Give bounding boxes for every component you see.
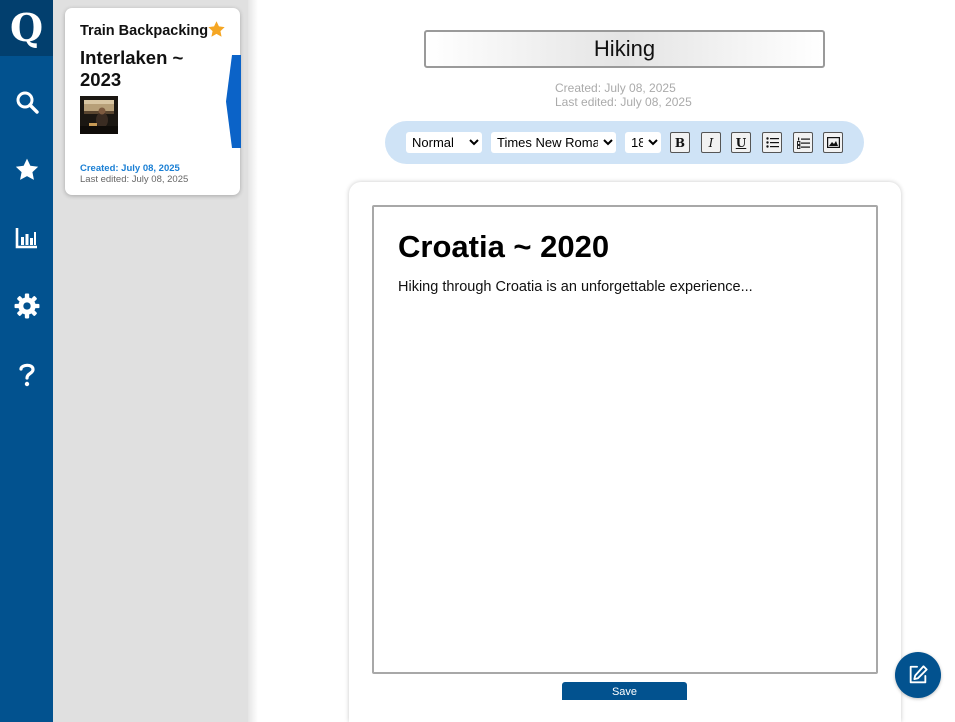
font-family-select[interactable]: Times New Roman — [491, 132, 616, 153]
note-editor[interactable]: Croatia ~ 2020 Hiking through Croatia is… — [372, 205, 878, 674]
note-body-text[interactable]: Hiking through Croatia is an unforgettab… — [398, 279, 753, 295]
edit-icon — [909, 665, 928, 684]
gear-icon — [14, 293, 39, 319]
logo-letter: Q — [9, 5, 44, 50]
numbered-list-icon — [796, 137, 810, 149]
underline-button[interactable]: U — [731, 132, 751, 153]
nav-favorites-button[interactable] — [0, 150, 53, 190]
nav-settings-button[interactable] — [0, 286, 53, 326]
underline-icon: U — [735, 135, 747, 150]
editor-created-date: Created: July 08, 2025 — [555, 81, 676, 95]
bold-icon: B — [674, 135, 686, 150]
nav-help-button[interactable] — [0, 354, 53, 394]
question-icon — [18, 363, 35, 387]
nav-stats-button[interactable] — [0, 218, 53, 258]
save-button[interactable]: Save — [562, 682, 687, 700]
insert-image-button[interactable] — [823, 132, 843, 153]
new-note-button[interactable] — [895, 652, 941, 698]
formatting-toolbar: Normal Times New Roman 18 B I U — [385, 121, 864, 164]
favorite-star-icon[interactable] — [207, 20, 226, 39]
star-icon — [15, 158, 38, 180]
note-category: Train Backpacking — [80, 23, 209, 39]
note-heading[interactable]: Croatia ~ 2020 — [398, 229, 609, 265]
app-root: Q Train Backpacking Interlaken ~ 2023 Cr… — [0, 0, 955, 722]
bullet-list-icon — [765, 137, 779, 148]
numbered-list-button[interactable] — [793, 132, 813, 153]
image-icon — [826, 137, 840, 148]
note-edited-date: Last edited: July 08, 2025 — [80, 174, 189, 185]
font-size-select[interactable]: 18 — [625, 132, 661, 153]
editor-edited-date: Last edited: July 08, 2025 — [555, 95, 692, 109]
note-category-input[interactable] — [424, 30, 825, 68]
bar-chart-icon — [15, 228, 37, 249]
bold-button[interactable]: B — [670, 132, 690, 153]
italic-icon: I — [708, 135, 714, 150]
italic-button[interactable]: I — [701, 132, 721, 153]
text-style-select[interactable]: Normal — [406, 132, 482, 153]
app-logo[interactable]: Q — [0, 0, 53, 56]
note-created-date: Created: July 08, 2025 — [80, 163, 180, 174]
bullet-list-button[interactable] — [762, 132, 782, 153]
